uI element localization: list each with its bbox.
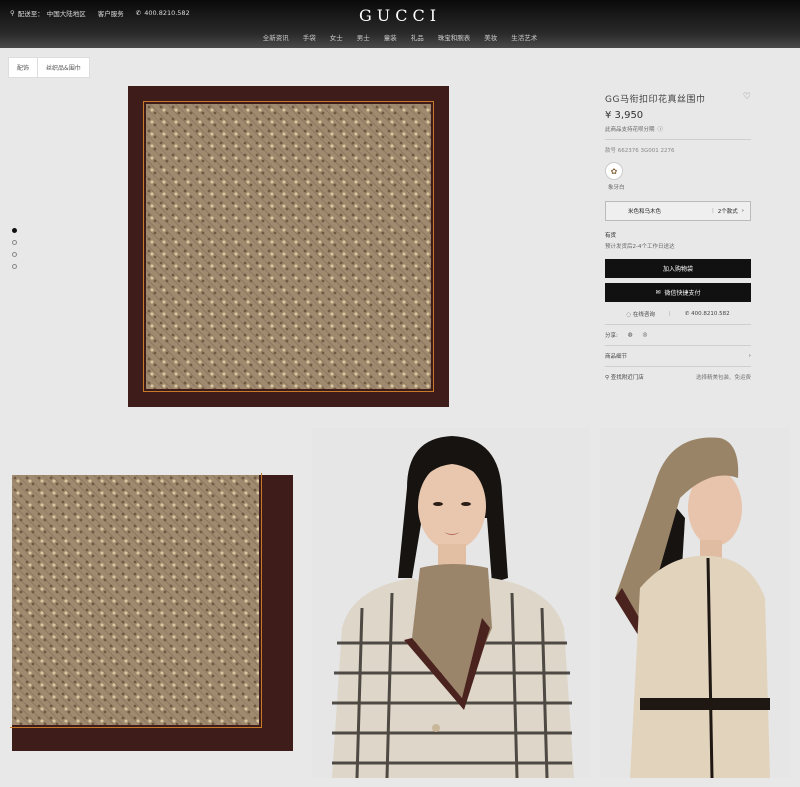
scarf-stripe: [143, 101, 434, 392]
product-image-folded: [10, 473, 293, 751]
product-price: ¥ 3,950: [605, 110, 644, 121]
info-icon[interactable]: ⓘ: [658, 125, 664, 133]
model-image-front: [312, 428, 590, 778]
product-image-main: [128, 86, 449, 407]
nav-item[interactable]: 全新资讯: [263, 32, 289, 42]
contact-phone-number: 400.8210.582: [691, 311, 730, 317]
contact-phone-link[interactable]: ✆ 400.8210.582: [685, 311, 730, 317]
online-consult-label: 在线咨询: [632, 312, 655, 318]
location-pin-icon: ⚲: [605, 375, 610, 381]
product-title: GG马衔扣印花真丝围巾: [605, 95, 706, 105]
color-label: 象牙白: [608, 185, 625, 191]
details-label: 商品细节: [605, 354, 628, 360]
availability: 有货 预计发货后2-4个工作日送达: [605, 231, 751, 250]
divider: [605, 345, 751, 346]
breadcrumb: 配饰 丝织品&围巾: [8, 57, 90, 78]
variant-label: 米色和乌木色: [628, 209, 662, 215]
product-info-panel: GG马衔扣印花真丝围巾 ♡ ¥ 3,950 此商品支持花呗分期 ⓘ 款号 662…: [605, 92, 751, 381]
divider: [605, 139, 751, 140]
model-image-side: [600, 428, 790, 778]
nav-item[interactable]: 珠宝和腕表: [438, 32, 471, 42]
share-row: 分享: ◍ ◎: [605, 331, 751, 339]
nav-item[interactable]: 童装: [384, 32, 397, 42]
scarf-stripe: [10, 473, 262, 728]
wechat-share-icon[interactable]: ◍: [628, 332, 633, 338]
breadcrumb-item[interactable]: 配饰: [9, 58, 39, 77]
store-delivery-row: ⚲ 查找附近门店 选择精美包装、免运费: [605, 373, 751, 381]
nav-item[interactable]: 礼品: [411, 32, 424, 42]
availability-title: 有货: [605, 233, 617, 239]
nav-item[interactable]: 女士: [330, 32, 343, 42]
divider: [605, 324, 751, 325]
installment-text: 此商品支持花呗分期: [605, 127, 655, 133]
weibo-share-icon[interactable]: ◎: [643, 332, 648, 338]
phone-icon: ✆: [684, 311, 690, 317]
online-consult-link[interactable]: ◌ 在线咨询: [626, 310, 655, 318]
nav-item[interactable]: 手袋: [303, 32, 316, 42]
availability-note: 预计发货后2-4个工作日送达: [605, 244, 675, 250]
variant-count: | 2个款式 ›: [711, 208, 744, 215]
color-selector: ✿ 象牙白: [605, 162, 751, 191]
installment-note: 此商品支持花呗分期 ⓘ: [605, 125, 751, 133]
add-to-bag-button[interactable]: 加入购物袋: [605, 259, 751, 278]
chevron-right-icon: ›: [748, 353, 751, 359]
chat-icon: ◌: [626, 312, 632, 318]
divider: [605, 366, 751, 367]
variant-selector[interactable]: 米色和乌木色 | 2个款式 ›: [605, 201, 751, 221]
find-store-label: 查找附近门店: [610, 375, 644, 381]
nav-item[interactable]: 生活艺术: [511, 32, 537, 42]
wechat-pay-label: 微信快捷支付: [664, 290, 701, 297]
chevron-right-icon: ›: [741, 208, 744, 214]
color-swatch[interactable]: ✿: [605, 162, 623, 180]
share-label: 分享:: [605, 333, 618, 339]
site-header: ⚲ 配送至： 中国大陆地区 客户服务 ✆ 400.8210.582 GUCCI …: [0, 0, 800, 48]
variant-count-text: 2个款式: [717, 209, 738, 215]
contact-row: ◌ 在线咨询 | ✆ 400.8210.582: [626, 310, 730, 318]
carousel-dot[interactable]: [12, 228, 17, 233]
breadcrumb-item[interactable]: 丝织品&围巾: [38, 58, 89, 77]
wishlist-heart-icon[interactable]: ♡: [743, 92, 751, 102]
main-nav: 全新资讯 手袋 女士 男士 童装 礼品 珠宝和腕表 美妆 生活艺术: [0, 32, 800, 42]
carousel-dots: [12, 228, 17, 269]
nav-item[interactable]: 男士: [357, 32, 370, 42]
carousel-dot[interactable]: [12, 240, 17, 245]
product-details-toggle[interactable]: 商品细节 ›: [605, 352, 751, 360]
carousel-dot[interactable]: [12, 252, 17, 257]
find-store-link[interactable]: ⚲ 查找附近门店: [605, 373, 644, 381]
style-number: 款号 662376 3G001 2276: [605, 148, 675, 154]
wechat-pay-button[interactable]: ✉ 微信快捷支付: [605, 283, 751, 302]
delivery-note: 选择精美包装、免运费: [695, 375, 751, 381]
nav-item[interactable]: 美妆: [484, 32, 497, 42]
carousel-dot[interactable]: [12, 264, 17, 269]
wechat-icon: ✉: [655, 289, 661, 296]
add-to-bag-label: 加入购物袋: [662, 266, 693, 273]
gucci-logo[interactable]: GUCCI: [0, 6, 800, 25]
